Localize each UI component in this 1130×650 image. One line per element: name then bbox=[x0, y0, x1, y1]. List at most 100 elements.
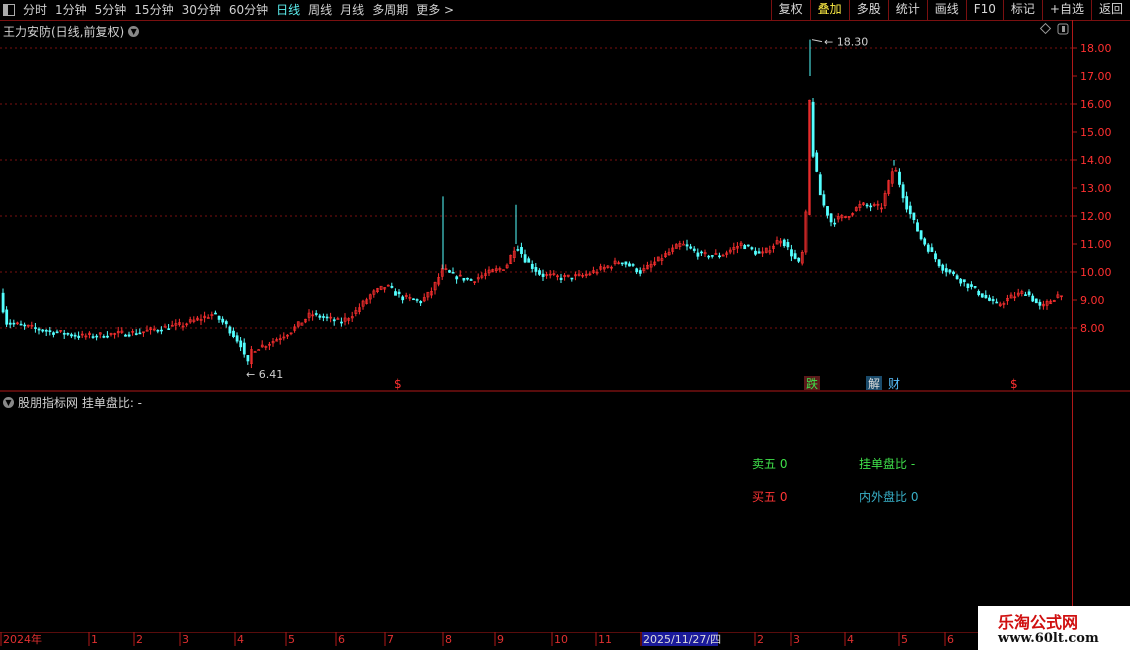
candle bbox=[800, 250, 804, 266]
candle bbox=[613, 257, 617, 266]
candle bbox=[599, 263, 603, 271]
candle bbox=[1049, 299, 1053, 305]
candle bbox=[88, 331, 91, 339]
candle bbox=[307, 309, 311, 322]
time-label: 3 bbox=[790, 632, 800, 646]
candle bbox=[620, 262, 624, 266]
time-label: 7 bbox=[384, 632, 394, 646]
candle bbox=[674, 243, 678, 249]
candle bbox=[883, 190, 887, 209]
candle bbox=[534, 263, 538, 276]
candle bbox=[242, 338, 246, 358]
candle bbox=[354, 306, 358, 317]
candle bbox=[520, 242, 523, 258]
candle bbox=[898, 168, 901, 188]
candle bbox=[350, 311, 354, 322]
candle bbox=[390, 282, 394, 289]
candle bbox=[635, 267, 639, 275]
candle bbox=[624, 261, 628, 268]
candle bbox=[408, 293, 412, 302]
event-marker[interactable]: 财 bbox=[888, 377, 900, 391]
svg-text:6: 6 bbox=[338, 633, 345, 646]
candle bbox=[1027, 289, 1031, 297]
svg-text:1: 1 bbox=[91, 633, 98, 646]
candle bbox=[894, 167, 898, 172]
candle bbox=[710, 255, 714, 259]
time-label: 4 bbox=[844, 632, 854, 646]
candle bbox=[487, 266, 491, 276]
candle bbox=[811, 97, 815, 159]
candle bbox=[714, 249, 718, 255]
svg-text:2025/11/27/四: 2025/11/27/四 bbox=[643, 633, 721, 646]
candle bbox=[505, 263, 509, 269]
candle bbox=[566, 274, 570, 278]
kline-chart[interactable]: ← 18.30 ← 6.41 $ 跌 解财 $ 18.00 17.00 16.00 15.00 1… bbox=[0, 0, 1130, 632]
candle bbox=[772, 243, 775, 253]
restore-window-icon[interactable] bbox=[1057, 23, 1069, 35]
event-marker[interactable]: 跌 bbox=[804, 376, 820, 391]
svg-text:7: 7 bbox=[387, 633, 394, 646]
candle bbox=[1042, 300, 1045, 310]
candle bbox=[80, 330, 84, 339]
candle bbox=[98, 332, 102, 339]
candle bbox=[754, 247, 757, 256]
candle bbox=[257, 349, 261, 351]
event-marker[interactable]: 解 bbox=[866, 376, 882, 391]
event-marker[interactable]: $ bbox=[394, 377, 402, 391]
candle bbox=[944, 263, 948, 277]
chevron-down-icon[interactable]: ▼ bbox=[3, 397, 14, 408]
candle bbox=[916, 219, 919, 232]
watermark-url: www.60lt.com bbox=[998, 631, 1099, 646]
candle bbox=[300, 322, 304, 326]
candle bbox=[448, 269, 451, 273]
candle bbox=[466, 277, 469, 281]
svg-text:5: 5 bbox=[901, 633, 908, 646]
candle bbox=[721, 253, 725, 257]
candle bbox=[764, 247, 768, 254]
candle bbox=[138, 328, 142, 335]
candle bbox=[286, 334, 289, 340]
candle bbox=[959, 278, 963, 287]
time-label: 5 bbox=[898, 632, 908, 646]
candle bbox=[934, 250, 937, 263]
price-tick-label: 13.00 bbox=[1080, 182, 1112, 195]
candle bbox=[919, 230, 923, 241]
candle bbox=[779, 238, 783, 247]
candle bbox=[232, 327, 235, 339]
candle bbox=[188, 316, 192, 324]
candle bbox=[84, 333, 88, 340]
svg-text:3: 3 bbox=[793, 633, 800, 646]
candle bbox=[383, 287, 387, 293]
candle bbox=[397, 289, 401, 298]
svg-text:2: 2 bbox=[136, 633, 143, 646]
candle bbox=[559, 273, 563, 283]
candle bbox=[538, 268, 541, 276]
candle bbox=[1056, 291, 1060, 299]
price-tick-label: 15.00 bbox=[1080, 126, 1112, 139]
price-tick-label: 10.00 bbox=[1080, 266, 1112, 279]
diamond-icon[interactable] bbox=[1039, 22, 1052, 35]
candle bbox=[628, 261, 631, 267]
candle bbox=[142, 331, 145, 337]
candle bbox=[1002, 301, 1006, 309]
candle bbox=[167, 324, 171, 330]
event-marker[interactable]: $ bbox=[1010, 377, 1018, 391]
svg-text:8: 8 bbox=[445, 633, 452, 646]
time-label: 4 bbox=[234, 632, 244, 646]
candle bbox=[314, 310, 318, 317]
candle bbox=[746, 244, 750, 248]
order-ratio-label: 挂单盘比 - bbox=[859, 457, 916, 471]
candle bbox=[1020, 289, 1024, 297]
candle bbox=[19, 320, 23, 326]
price-tick-label: 18.00 bbox=[1080, 42, 1112, 55]
candle bbox=[196, 315, 199, 322]
candle bbox=[113, 332, 117, 339]
candle bbox=[797, 257, 801, 264]
candle bbox=[473, 281, 477, 285]
candle bbox=[574, 271, 577, 281]
candle bbox=[347, 317, 351, 325]
candle bbox=[451, 267, 455, 274]
candle bbox=[214, 310, 217, 315]
candle bbox=[480, 272, 484, 280]
candle bbox=[725, 250, 729, 258]
